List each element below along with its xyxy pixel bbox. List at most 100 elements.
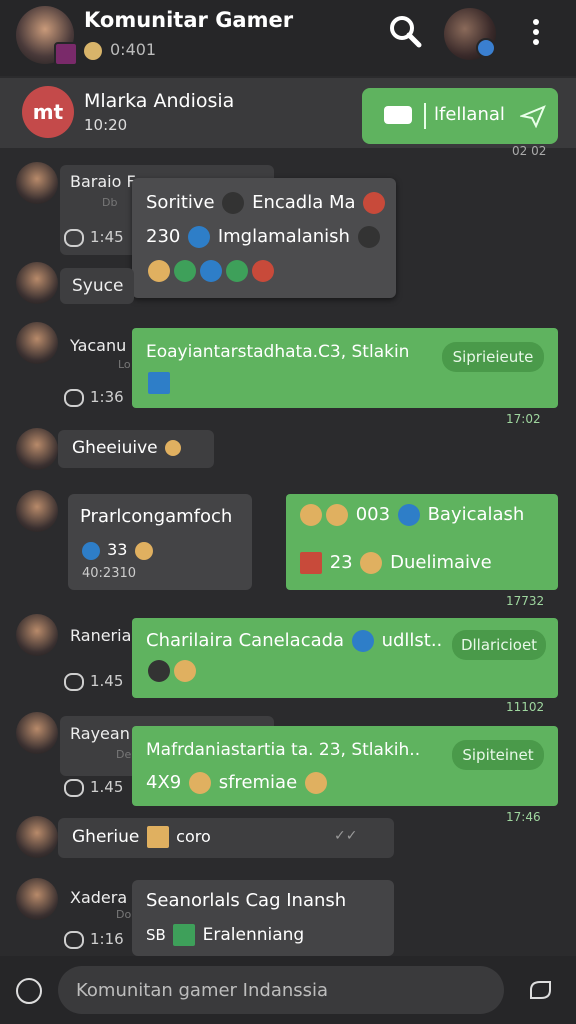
emoji-icon[interactable] xyxy=(252,260,274,282)
emoji-icon xyxy=(165,440,182,456)
emoji-icon xyxy=(397,504,420,526)
message-text: 003 Bayicalash xyxy=(298,504,524,526)
emoji-icon xyxy=(300,552,322,574)
emoji-icon[interactable] xyxy=(148,260,170,282)
message-stamp: 17732 xyxy=(506,594,545,608)
message-time: 1:45 xyxy=(64,228,124,247)
sender-name: Baraio F xyxy=(70,172,136,191)
avatar[interactable] xyxy=(16,490,58,532)
pinned-logo: mt xyxy=(22,86,74,138)
avatar[interactable] xyxy=(16,614,58,656)
message-text-b: sfremiae xyxy=(218,772,298,793)
sender-sub: Do xyxy=(116,908,132,921)
emoji-icon xyxy=(82,541,100,560)
message-text-b: udllst.. xyxy=(381,630,443,651)
emoji-picker-icon[interactable] xyxy=(16,978,42,1004)
emoji-icon xyxy=(222,192,245,214)
emoji-icon xyxy=(173,924,196,946)
message-text-b: Duelimaive xyxy=(390,552,492,573)
image-thumbnail-icon[interactable] xyxy=(148,372,170,394)
sender-name: Xadera xyxy=(70,888,128,907)
message-time: 1:16 xyxy=(64,930,124,949)
chat-title[interactable]: Komunitar Gamer xyxy=(84,8,293,32)
emoji-icon xyxy=(300,504,322,526)
popup-line-label: Soritive xyxy=(146,192,215,213)
chat-subtitle-text: 0:401 xyxy=(110,40,157,59)
popup-line-label: 230 xyxy=(146,226,181,247)
pinned-stamp: 02 02 xyxy=(512,144,547,158)
message-stamp: 17:46 xyxy=(506,810,541,824)
pinned-action-button[interactable]: lfellanal xyxy=(362,88,558,144)
emoji-icon xyxy=(188,772,211,794)
sender-sub: Db xyxy=(102,196,118,209)
avatar[interactable] xyxy=(16,428,58,470)
emoji-icon xyxy=(360,552,383,574)
message-text-a: Charilaira Canelacada xyxy=(146,630,345,651)
message-text-a: SB xyxy=(146,926,166,944)
message-text: 23 Duelimaive xyxy=(298,552,492,574)
emoji-icon xyxy=(326,504,348,526)
message-meta: 40:2310 xyxy=(82,566,137,581)
read-receipt-icon: ✓✓ xyxy=(334,828,358,844)
message-text: 4X9 sfremiae xyxy=(146,772,329,794)
message-text: Eoayiantarstadhata.C3, Stlakin xyxy=(146,342,410,362)
popup-line-label-b: Encadla Ma xyxy=(252,192,356,213)
avatar[interactable] xyxy=(16,162,58,204)
chat-header: Komunitar Gamer 0:401 xyxy=(0,0,576,76)
emoji-icon xyxy=(304,772,327,794)
menu-dots-icon[interactable] xyxy=(524,16,548,50)
search-icon[interactable] xyxy=(388,14,422,48)
emoji-icon xyxy=(174,660,196,682)
message-input[interactable] xyxy=(58,966,504,1014)
sender-name: Gheeiuive xyxy=(72,438,158,458)
emoji-icon[interactable] xyxy=(226,260,248,282)
reply-button[interactable]: Dllaricioet xyxy=(452,630,546,660)
message-stamp: 11102 xyxy=(506,700,545,714)
emoji-icon xyxy=(146,826,169,848)
reaction-row[interactable] xyxy=(146,260,276,282)
reply-button[interactable]: Siprieieute xyxy=(442,342,544,372)
reply-button[interactable]: Sipiteinet xyxy=(452,740,544,770)
avatar[interactable] xyxy=(16,816,58,858)
pinned-message[interactable]: mt Mlarka Andiosia 10:20 lfellanal xyxy=(0,78,576,148)
emoji-icon xyxy=(363,192,386,214)
message-time-text: 1.45 xyxy=(90,672,124,690)
online-badge-icon xyxy=(476,38,496,58)
avatar[interactable] xyxy=(16,712,58,754)
message-time-text: 1:45 xyxy=(90,228,124,246)
pinned-time: 10:20 xyxy=(84,116,128,134)
emoji-row xyxy=(146,660,198,682)
message-text-a: 4X9 xyxy=(146,772,182,793)
clock-icon xyxy=(64,672,84,691)
sender-name: Raneria xyxy=(70,626,132,645)
emoji-icon[interactable] xyxy=(174,260,196,282)
popup-line-label-b: Imglamalanish xyxy=(217,226,350,247)
message-text-a: 003 xyxy=(355,504,391,525)
avatar[interactable] xyxy=(16,878,58,920)
message-text-value: 33 xyxy=(107,540,128,559)
message-time: 1.45 xyxy=(64,672,123,691)
popup-line: Soritive Encadla Ma xyxy=(146,192,387,214)
clock-icon xyxy=(64,388,84,407)
message-time-text: 1:36 xyxy=(90,388,124,406)
emoji-icon xyxy=(357,226,380,248)
attach-icon[interactable] xyxy=(528,978,554,1002)
message-composer xyxy=(0,956,576,1024)
emoji-icon[interactable] xyxy=(200,260,222,282)
pinned-action-label: lfellanal xyxy=(434,104,505,125)
chat-subtitle: 0:401 xyxy=(84,40,156,60)
clock-icon xyxy=(64,778,84,797)
sender-name: Rayean xyxy=(70,724,130,743)
message-text-a: 23 xyxy=(329,552,353,573)
sender-sub: De xyxy=(116,748,132,761)
avatar[interactable] xyxy=(16,322,58,364)
message-text-b: Bayicalash xyxy=(427,504,525,525)
send-icon xyxy=(520,105,546,128)
avatar[interactable] xyxy=(16,262,58,304)
sender-name: Yacanu xyxy=(70,336,127,355)
share-icon xyxy=(384,106,412,124)
emoji-icon xyxy=(188,226,211,248)
profile-avatar[interactable] xyxy=(444,8,496,60)
group-badge-icon xyxy=(54,42,78,66)
message-time: 1:36 xyxy=(64,388,124,407)
